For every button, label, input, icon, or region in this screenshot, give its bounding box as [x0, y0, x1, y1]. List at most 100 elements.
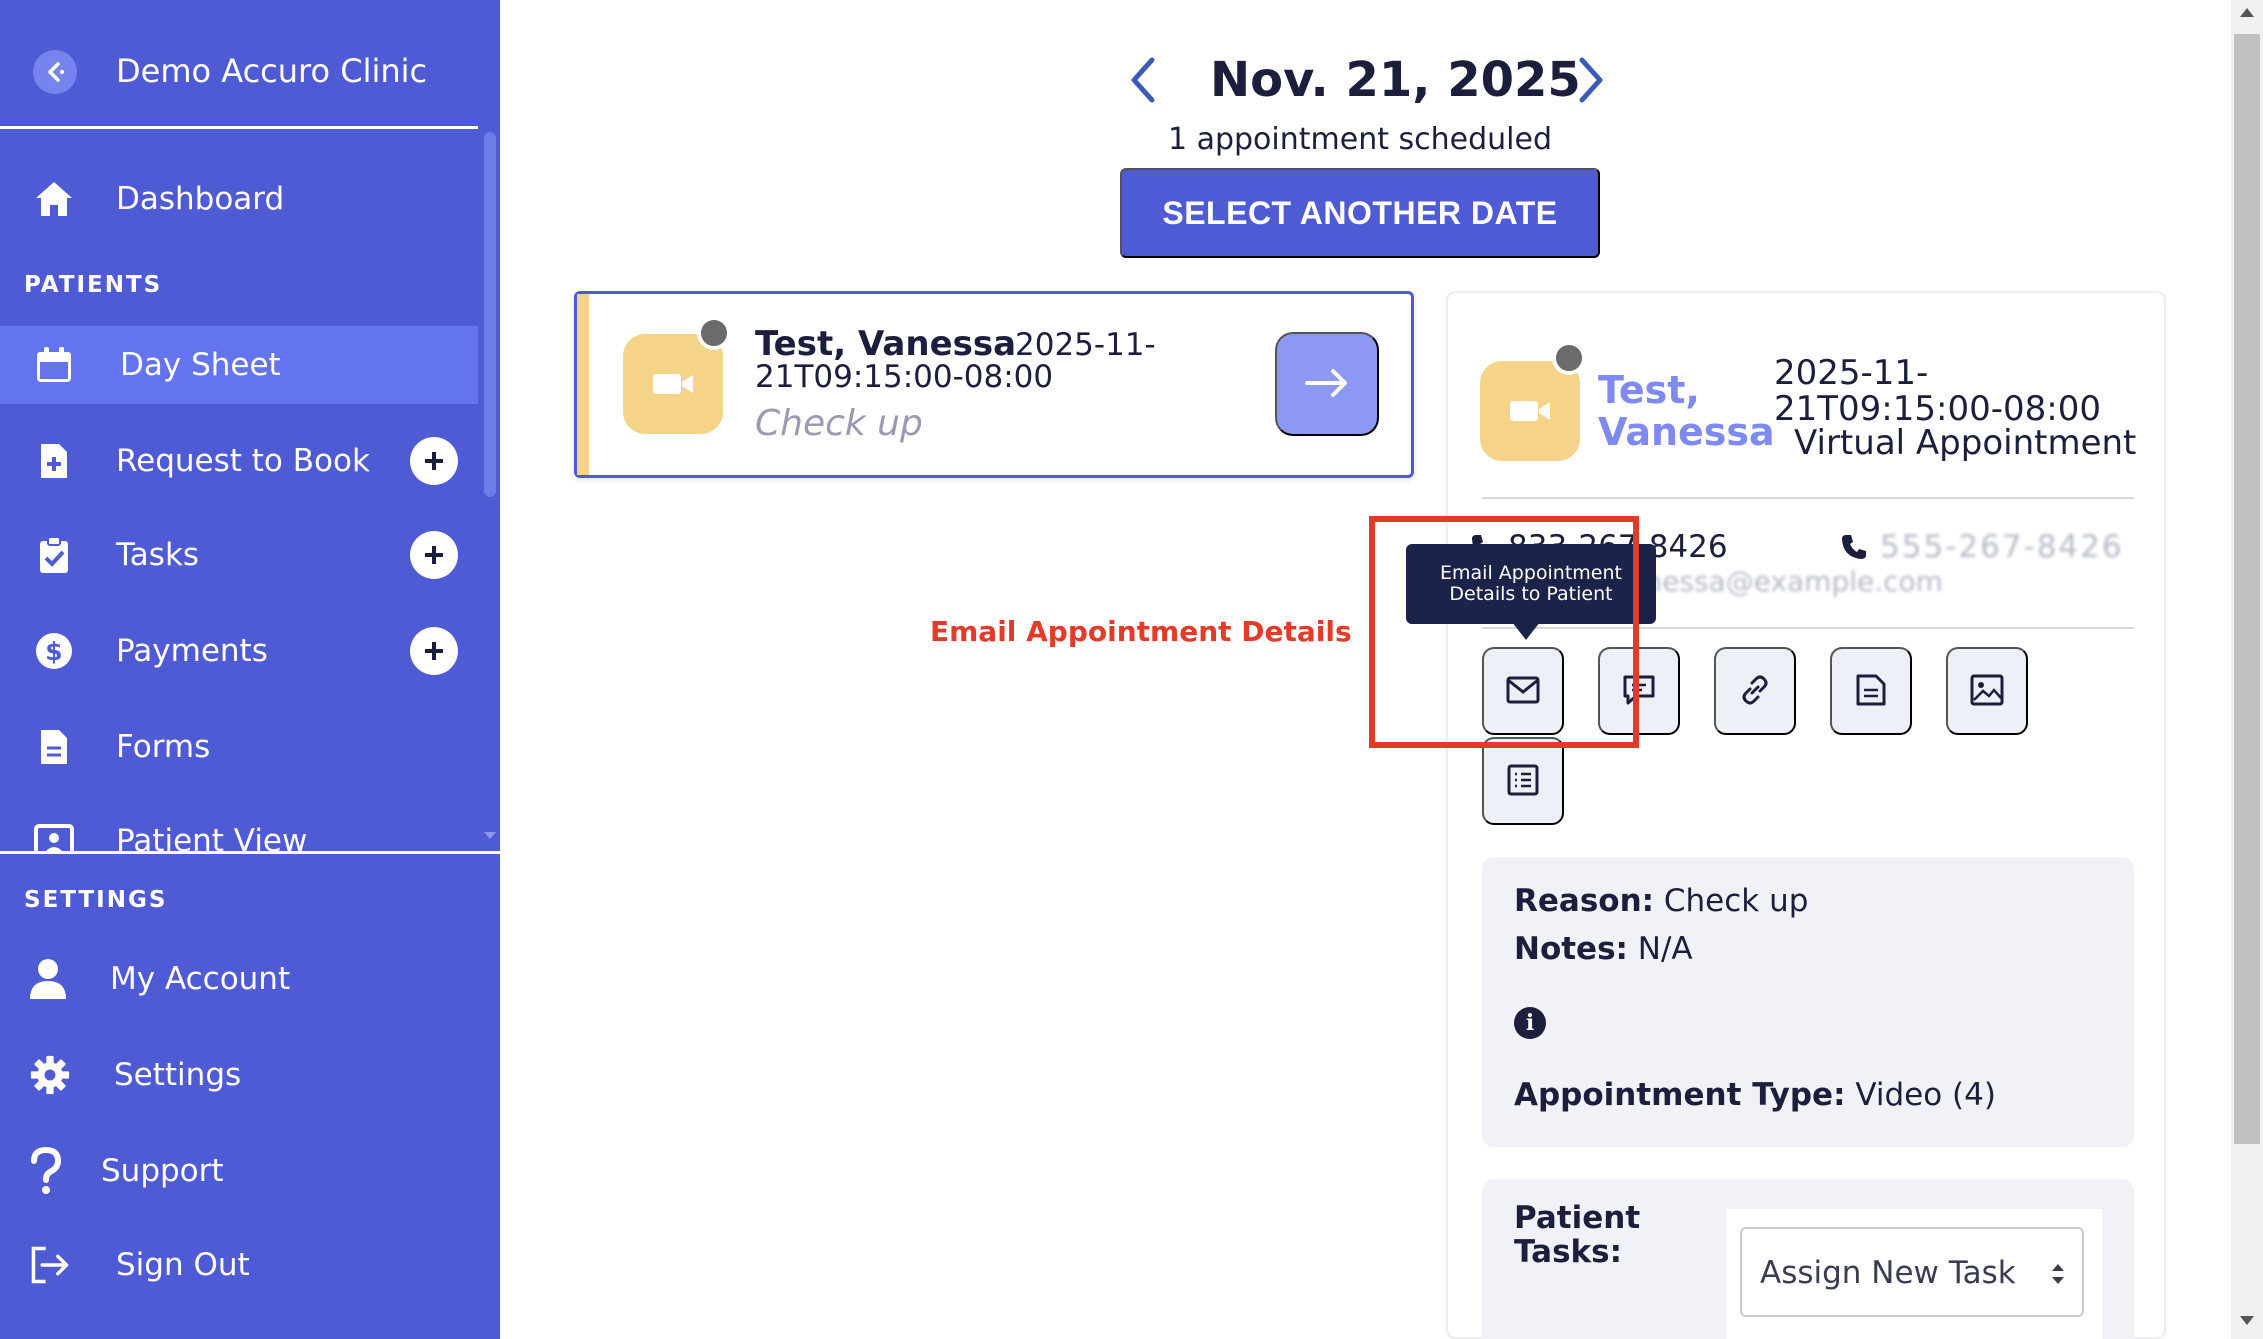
scroll-up-icon[interactable] — [2240, 8, 2254, 17]
sidebar-item-label: Tasks — [116, 537, 200, 573]
question-icon — [26, 1147, 66, 1194]
file-plus-icon — [34, 441, 74, 481]
phone-number-secondary[interactable]: 555-267-8426 — [1880, 527, 2124, 567]
sidebar-item-forms[interactable]: Forms — [0, 708, 478, 786]
notes-label: Notes: — [1514, 931, 1628, 967]
sign-out-icon — [30, 1245, 70, 1285]
sidebar-item-request-to-book[interactable]: Request to Book — [0, 422, 478, 500]
list-button[interactable] — [1482, 737, 1564, 825]
date-navigator: Nov. 21, 2025 — [1110, 48, 1610, 112]
sidebar-item-sign-out[interactable]: Sign Out — [0, 1226, 478, 1304]
clinic-brand[interactable]: Demo Accuro Clinic — [0, 0, 478, 129]
link-icon — [1738, 673, 1772, 710]
appointment-info-box: Reason: Check up Notes: N/A i Appointmen… — [1482, 857, 2134, 1147]
page-scrollbar[interactable] — [2231, 0, 2263, 1339]
document-button[interactable] — [1830, 647, 1912, 735]
image-icon — [1970, 674, 2004, 709]
clipboard-check-icon — [34, 535, 74, 575]
assign-task-value: Assign New Task — [1760, 1255, 2016, 1291]
sidebar-divider — [0, 851, 500, 854]
sidebar-item-label: Support — [101, 1153, 224, 1189]
sidebar-item-label: Settings — [114, 1057, 242, 1093]
scroll-down-icon[interactable] — [2240, 1316, 2254, 1325]
sidebar-item-label: Forms — [116, 729, 211, 765]
sidebar-item-label: My Account — [110, 961, 291, 997]
status-dot-icon — [1552, 341, 1586, 375]
appointment-count: 1 appointment scheduled — [1167, 122, 1553, 157]
user-icon — [28, 959, 68, 999]
notes-value: N/A — [1637, 931, 1693, 967]
patient-tasks-label: Patient Tasks: — [1514, 1200, 1641, 1270]
svg-text:$: $ — [45, 637, 62, 666]
sidebar-item-dashboard[interactable]: Dashboard — [0, 160, 478, 238]
next-date-icon[interactable] — [1566, 56, 1614, 104]
appointment-card[interactable]: Test, Vanessa 2025-11- 21T09:15:00-08:00… — [574, 291, 1414, 478]
details-patient-name[interactable]: Test, Vanessa — [1598, 369, 1775, 453]
arrow-right-icon — [1305, 368, 1349, 401]
annotation-highlight-box — [1369, 516, 1639, 748]
sidebar-item-label: Payments — [116, 633, 268, 669]
add-request-button[interactable] — [410, 437, 458, 485]
video-camera-icon — [1480, 361, 1580, 461]
status-dot-icon — [697, 316, 731, 350]
scrollbar-thumb[interactable] — [2234, 34, 2260, 1144]
select-another-date-button[interactable]: SELECT ANOTHER DATE — [1120, 168, 1600, 258]
sidebar-item-label: Day Sheet — [120, 347, 281, 383]
sidebar-item-support[interactable]: Support — [0, 1132, 478, 1210]
sidebar-nav: Dashboard PATIENTS Day Sheet Request to … — [0, 132, 500, 852]
info-icon[interactable]: i — [1514, 1007, 1546, 1039]
sidebar: Demo Accuro Clinic Dashboard PATIENTS Da… — [0, 0, 500, 1339]
details-datetime: 2025-11- 21T09:15:00-08:00 — [1774, 353, 2101, 429]
reason-row: Reason: Check up — [1514, 881, 1808, 921]
sidebar-item-my-account[interactable]: My Account — [0, 940, 478, 1018]
document-icon — [1855, 673, 1887, 710]
gear-icon — [30, 1055, 70, 1095]
reason-label: Reason: — [1514, 883, 1655, 919]
sidebar-item-tasks[interactable]: Tasks — [0, 516, 478, 594]
list-icon — [1507, 764, 1539, 799]
details-divider — [1482, 497, 2134, 499]
home-icon — [34, 179, 74, 219]
annotation-label: Email Appointment Details — [930, 615, 1352, 648]
details-appointment-kind: Virtual Appointment — [1794, 423, 2137, 463]
settings-section-label: SETTINGS — [24, 887, 168, 913]
sidebar-item-label: Sign Out — [116, 1247, 250, 1283]
sidebar-item-day-sheet[interactable]: Day Sheet — [0, 326, 478, 404]
sidebar-item-label: Request to Book — [116, 443, 370, 479]
add-payment-button[interactable] — [410, 627, 458, 675]
notes-row: Notes: N/A — [1514, 929, 1693, 969]
copy-link-button[interactable] — [1714, 647, 1796, 735]
sidebar-scrollbar[interactable] — [484, 132, 496, 497]
app-root: Demo Accuro Clinic Dashboard PATIENTS Da… — [0, 0, 2263, 1339]
appointment-details-panel: Test, Vanessa 2025-11- 21T09:15:00-08:00… — [1446, 291, 2166, 1339]
appointment-type-label: Appointment Type: — [1514, 1077, 1846, 1113]
sidebar-item-settings[interactable]: Settings — [0, 1036, 478, 1114]
patient-tasks-box: Patient Tasks: Assign New Task — [1482, 1179, 2134, 1339]
clinic-name: Demo Accuro Clinic — [116, 52, 428, 90]
appointment-type-value: Video (4) — [1855, 1077, 1996, 1113]
phone-icon — [1842, 535, 1866, 559]
document-icon — [34, 727, 74, 767]
sidebar-item-patient-view[interactable]: Patient View — [0, 802, 478, 852]
sidebar-item-label: Patient View — [116, 823, 308, 852]
open-appointment-button[interactable] — [1275, 332, 1379, 436]
back-arrow-icon[interactable] — [33, 50, 77, 94]
previous-date-icon[interactable] — [1120, 56, 1168, 104]
appointment-reason: Check up — [755, 403, 923, 444]
assign-task-select[interactable]: Assign New Task — [1740, 1227, 2084, 1317]
appointment-datetime-cont: 21T09:15:00-08:00 — [755, 359, 1054, 395]
calendar-icon — [34, 345, 74, 385]
appointment-card-stripe — [577, 294, 589, 475]
appointment-type-row: Appointment Type: Video (4) — [1514, 1075, 1996, 1115]
sidebar-scroll-down-icon[interactable] — [484, 832, 496, 839]
image-button[interactable] — [1946, 647, 2028, 735]
select-arrows-icon — [2052, 1264, 2064, 1284]
reason-value: Check up — [1663, 883, 1809, 919]
id-card-icon — [34, 821, 74, 852]
dollar-icon: $ — [34, 631, 74, 671]
current-date: Nov. 21, 2025 — [1210, 52, 1581, 108]
sidebar-item-label: Dashboard — [116, 181, 285, 217]
sidebar-item-payments[interactable]: $ Payments — [0, 612, 478, 690]
add-task-button[interactable] — [410, 531, 458, 579]
patients-section-label: PATIENTS — [24, 272, 163, 298]
